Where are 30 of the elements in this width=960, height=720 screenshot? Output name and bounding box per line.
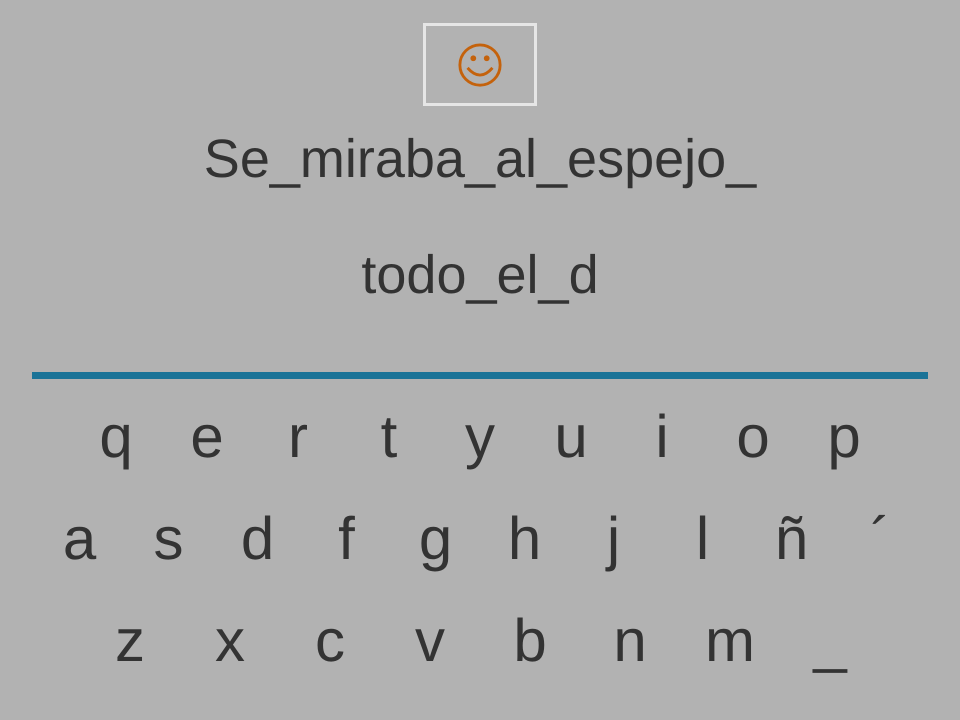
letter-key[interactable]: i — [616, 401, 708, 473]
letter-key[interactable]: x — [180, 605, 280, 677]
letter-key[interactable]: g — [391, 503, 480, 575]
letter-key[interactable]: a — [35, 503, 124, 575]
letter-key[interactable]: p — [798, 401, 890, 473]
letter-key[interactable]: m — [680, 605, 780, 677]
letter-key[interactable]: v — [380, 605, 480, 677]
letter-key[interactable]: j — [569, 503, 658, 575]
phrase-line: Se_miraba_al_espejo_ — [204, 128, 756, 190]
smiley-icon — [456, 42, 502, 88]
letter-key[interactable]: r — [252, 401, 344, 473]
letter-key[interactable]: c — [280, 605, 380, 677]
letter-key[interactable]: d — [213, 503, 302, 575]
letter-key[interactable]: y — [434, 401, 526, 473]
letter-key[interactable]: u — [526, 401, 616, 473]
letter-key[interactable]: h — [480, 503, 569, 575]
letter-key[interactable]: z — [80, 605, 180, 677]
letter-key[interactable]: n — [580, 605, 680, 677]
letter-key[interactable]: q — [70, 401, 162, 473]
letter-key[interactable]: t — [344, 401, 434, 473]
letter-key[interactable]: o — [708, 401, 798, 473]
letter-key[interactable]: ´ — [836, 503, 925, 575]
letter-key[interactable]: l — [658, 503, 747, 575]
letter-key[interactable]: f — [302, 503, 391, 575]
letter-key[interactable]: ñ — [747, 503, 836, 575]
letter-key[interactable]: b — [480, 605, 580, 677]
letter-key[interactable]: _ — [780, 605, 880, 677]
letter-key[interactable]: e — [162, 401, 252, 473]
letter-key[interactable]: s — [124, 503, 213, 575]
phrase-line: todo_el_d — [361, 244, 599, 306]
